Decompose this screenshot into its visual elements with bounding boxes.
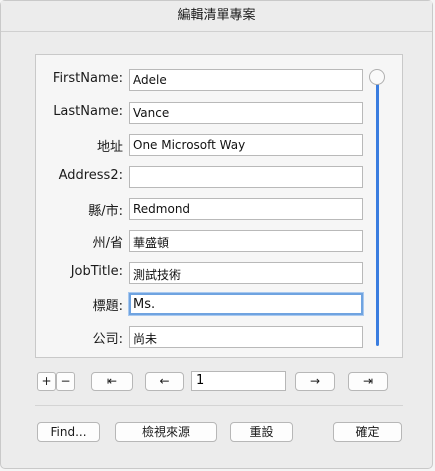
view-source-button[interactable]: 檢視來源 <box>115 422 217 442</box>
form-panel: FirstName: Adele LastName: Vance 地址 One … <box>35 54 403 358</box>
form-row-jobtitle: JobTitle: 測試技術 <box>36 262 404 286</box>
field-label: 標題: <box>92 299 123 314</box>
address2-field[interactable] <box>129 166 363 188</box>
form-row-firstname: FirstName: Adele <box>36 69 404 93</box>
find-button[interactable]: Find... <box>37 422 100 442</box>
form-row-title: 標題: Ms. <box>36 293 404 317</box>
city-field[interactable]: Redmond <box>129 198 363 220</box>
form-row-state: 州/省 華盛頓 <box>36 230 404 254</box>
field-label: FirstName: <box>52 71 123 86</box>
lastname-field[interactable]: Vance <box>129 102 363 124</box>
field-label: 州/省 <box>92 236 123 251</box>
record-number-input[interactable]: 1 <box>191 371 286 391</box>
form-row-company: 公司: 尚未 <box>36 326 404 350</box>
ok-button[interactable]: 確定 <box>333 422 402 442</box>
form-row-address2: Address2: <box>36 166 404 190</box>
window-title: 編輯清單專案 <box>1 1 432 32</box>
record-scroll-thumb[interactable] <box>369 69 385 85</box>
address-field[interactable]: One Microsoft Way <box>129 134 363 156</box>
field-label: JobTitle: <box>70 264 123 279</box>
form-row-lastname: LastName: Vance <box>36 102 404 126</box>
form-row-address: 地址 One Microsoft Way <box>36 134 404 158</box>
record-scroll-track[interactable] <box>376 78 379 346</box>
field-label: Address2: <box>58 168 123 183</box>
edit-list-item-dialog: 編輯清單專案 FirstName: Adele LastName: Vance … <box>0 0 433 469</box>
company-field[interactable]: 尚未 <box>129 326 363 348</box>
state-field[interactable]: 華盛頓 <box>129 230 363 252</box>
first-record-button[interactable]: ⇤ <box>91 372 133 391</box>
next-record-button[interactable]: → <box>295 372 335 391</box>
title-field[interactable]: Ms. <box>129 293 363 315</box>
field-label: LastName: <box>53 104 123 119</box>
form-row-city: 縣/市: Redmond <box>36 198 404 222</box>
last-record-button[interactable]: ⇥ <box>348 372 388 391</box>
footer-separator <box>35 405 403 406</box>
add-record-button[interactable]: + <box>37 372 56 391</box>
firstname-field[interactable]: Adele <box>129 69 363 91</box>
field-label: 地址 <box>96 140 123 155</box>
field-label: 縣/市: <box>88 204 123 219</box>
field-label: 公司: <box>92 332 123 347</box>
jobtitle-field[interactable]: 測試技術 <box>129 262 363 284</box>
prev-record-button[interactable]: ← <box>145 372 184 391</box>
remove-record-button[interactable]: − <box>56 372 75 391</box>
reset-button[interactable]: 重設 <box>230 422 293 442</box>
